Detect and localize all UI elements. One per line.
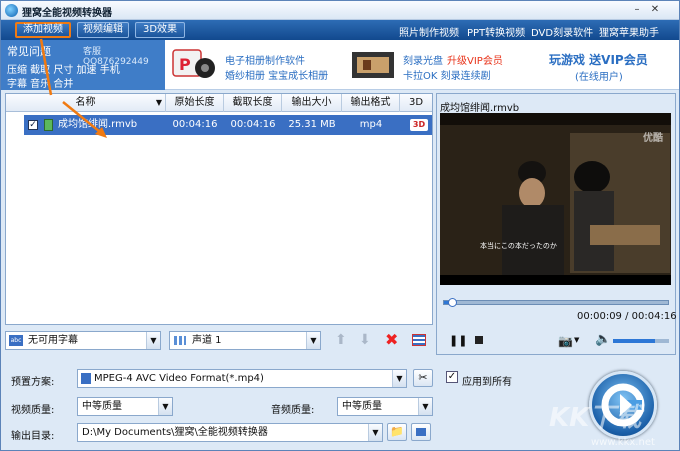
- list-toolbar: abc 无可用字幕 ▼ 声道 1 ▼ ⬆ ⬇ ✖: [5, 330, 433, 352]
- chevron-down-icon: ▼: [392, 370, 406, 387]
- column-original-length[interactable]: 原始长度: [166, 94, 224, 112]
- browse-folder-button[interactable]: 📁: [387, 423, 407, 441]
- stop-icon[interactable]: [475, 336, 483, 344]
- minimize-icon[interactable]: –: [631, 4, 643, 16]
- audio-quality-select[interactable]: 中等质量 ▼: [337, 397, 433, 416]
- chevron-down-icon: ▼: [368, 424, 382, 441]
- volume-slider[interactable]: [613, 339, 669, 343]
- menu-bar: 添加视频 视频编辑 3D效果 照片制作视频 PPT转换视频 DVD刻录软件 狸窝…: [1, 20, 679, 40]
- preset-settings-button[interactable]: ✂: [413, 369, 433, 387]
- volume-icon[interactable]: 🔈: [595, 332, 611, 347]
- add-video-button[interactable]: 添加视频: [15, 22, 71, 38]
- column-cut-length[interactable]: 截取长度: [224, 94, 282, 112]
- column-output-format[interactable]: 输出格式: [342, 94, 400, 112]
- preset-select[interactable]: MPEG-4 AVC Video Format(*.mp4) ▼: [77, 369, 407, 388]
- video-preview[interactable]: 优酷 本当にこの本だったのか: [440, 113, 671, 285]
- ad-burn-disc[interactable]: 刻录光盘: [403, 52, 443, 67]
- video-quality-select[interactable]: 中等质量 ▼: [77, 397, 173, 416]
- column-output-size[interactable]: 输出大小: [282, 94, 342, 112]
- column-3d[interactable]: 3D: [400, 94, 432, 112]
- photo-album-icon[interactable]: P: [171, 46, 217, 82]
- time-readout: 00:00:09 / 00:04:16: [577, 311, 677, 322]
- audio-quality-label: 音频质量:: [271, 405, 315, 416]
- video-watermark: 优酷: [643, 133, 663, 144]
- app-window: 狸窝全能视频转换器 – ✕ 添加视频 视频编辑 3D效果 照片制作视频 PPT转…: [0, 0, 680, 451]
- apply-all-label: 应用到所有: [462, 377, 512, 388]
- chevron-down-icon[interactable]: ▼: [574, 336, 579, 344]
- title-bar: 狸窝全能视频转换器 – ✕: [1, 1, 679, 20]
- video-subtitle: 本当にこの本だったのか: [480, 242, 557, 250]
- open-output-icon: [416, 428, 426, 436]
- delete-icon[interactable]: ✖: [385, 330, 398, 349]
- output-size: 25.31 MB: [288, 119, 336, 130]
- ad-album-line2[interactable]: 婚纱相册 宝宝成长相册: [225, 67, 328, 82]
- chevron-down-icon: ▼: [146, 332, 160, 349]
- app-logo-icon: [5, 4, 18, 17]
- photo-to-video-link[interactable]: 照片制作视频: [399, 24, 459, 39]
- output-settings: 预置方案: MPEG-4 AVC Video Format(*.mp4) ▼ ✂…: [1, 359, 679, 450]
- film-strip-icon[interactable]: [351, 50, 395, 80]
- move-down-icon[interactable]: ⬇: [359, 332, 371, 348]
- ad-online-users: (在线用户): [575, 72, 623, 83]
- apply-all-checkbox[interactable]: ✓: [446, 371, 458, 383]
- preview-title: 成均馆绯闻.rmvb: [440, 103, 520, 114]
- dvd-burn-link[interactable]: DVD刻录软件: [531, 24, 593, 39]
- output-format: mp4: [359, 119, 383, 130]
- site-watermark: KK下载: [549, 403, 642, 433]
- folder-icon: 📁: [390, 425, 404, 438]
- move-up-icon[interactable]: ⬆: [335, 332, 347, 348]
- pause-icon[interactable]: ❚❚: [449, 334, 467, 347]
- chevron-down-icon: ▼: [306, 332, 320, 349]
- ad-vip-upgrade[interactable]: 升级VIP会员: [447, 52, 503, 67]
- preview-panel: 成均馆绯闻.rmvb 优酷 本当にこの本だったのか 00:00:09 / 00:…: [436, 93, 677, 355]
- edit-video-button[interactable]: 视频编辑: [77, 22, 129, 38]
- promo-banner: 常见问题 客服QQ876292449 压缩 截取 尺寸 加速 手机 字幕 音乐 …: [1, 40, 679, 90]
- tools-icon: ✂: [418, 371, 428, 384]
- window-title: 狸窝全能视频转换器: [22, 8, 112, 19]
- svg-text:P: P: [179, 55, 191, 74]
- chevron-down-icon: ▼: [418, 398, 432, 415]
- 3d-effect-button[interactable]: 3D效果: [135, 22, 185, 38]
- close-icon[interactable]: ✕: [649, 4, 661, 16]
- file-list-panel: 名称 ▼ 原始长度 截取长度 输出大小 输出格式 3D ✓ 成均馆绯闻.rmvb…: [5, 93, 433, 325]
- annotation-arrow-icon: [62, 101, 107, 138]
- clear-list-icon[interactable]: [412, 334, 426, 346]
- playback-progress-bar[interactable]: [443, 298, 669, 307]
- row-checkbox[interactable]: ✓: [28, 120, 38, 130]
- video-frame: [440, 113, 671, 285]
- 3d-mode-icon[interactable]: 3D: [410, 119, 428, 131]
- chevron-down-icon: ▼: [158, 398, 172, 415]
- total-time: 00:04:16: [631, 311, 677, 322]
- ad-album-line1[interactable]: 电子相册制作软件: [225, 52, 305, 67]
- ad-karaoke[interactable]: 卡拉OK 刻录连续剧: [403, 67, 491, 82]
- camera-icon[interactable]: 📷: [558, 334, 573, 348]
- video-quality-label: 视频质量:: [11, 405, 55, 416]
- output-dir-field[interactable]: D:\My Documents\狸窝\全能视频转换器 ▼: [77, 423, 383, 442]
- sort-dropdown-icon[interactable]: ▼: [156, 94, 162, 112]
- audio-track-icon: [174, 336, 186, 345]
- annotation-arrow-icon: [39, 38, 53, 96]
- current-time: 00:00:09: [577, 311, 622, 322]
- subtitle-icon: abc: [9, 335, 23, 346]
- cut-length: 00:04:16: [230, 119, 276, 130]
- site-watermark-url: www.kkx.net: [591, 437, 655, 448]
- original-length: 00:04:16: [172, 119, 218, 130]
- progress-handle[interactable]: [448, 298, 457, 307]
- audio-track-select[interactable]: 声道 1 ▼: [169, 331, 321, 350]
- ppt-to-video-link[interactable]: PPT转换视频: [467, 24, 525, 39]
- subtitle-select[interactable]: abc 无可用字幕 ▼: [5, 331, 161, 350]
- preset-label: 预置方案:: [11, 377, 55, 388]
- open-folder-button[interactable]: [411, 423, 431, 441]
- output-dir-label: 输出目录:: [11, 431, 55, 442]
- video-format-icon: [81, 373, 91, 384]
- video-file-icon: [44, 119, 53, 131]
- volume-fill: [613, 339, 655, 343]
- ad-game-vip[interactable]: 玩游戏 送VIP会员: [549, 51, 648, 68]
- apple-helper-link[interactable]: 狸窝苹果助手: [599, 24, 659, 39]
